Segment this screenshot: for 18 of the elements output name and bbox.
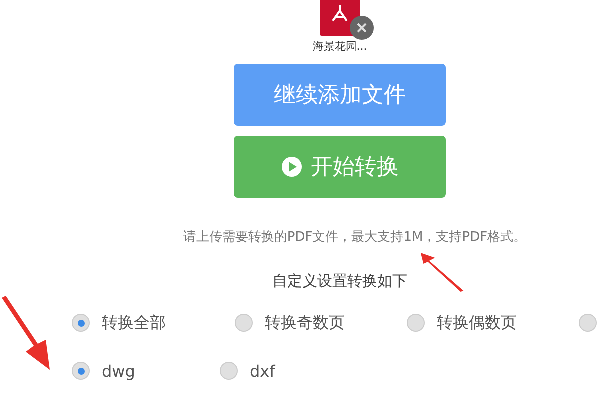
close-icon[interactable] <box>350 16 374 40</box>
start-button[interactable]: 开始转换 <box>234 136 446 198</box>
option-label: 转换奇数页 <box>265 312 345 334</box>
radio-button[interactable] <box>72 314 90 332</box>
file-name: 海景花园... <box>312 39 368 54</box>
add-file-button[interactable]: 继续添加文件 <box>234 64 446 126</box>
radio-button[interactable] <box>579 314 597 332</box>
option-label: dxf <box>250 362 276 380</box>
option-label: 转换偶数页 <box>437 312 517 334</box>
play-icon <box>281 156 303 178</box>
option-label: dwg <box>102 362 136 380</box>
option-label: 转换全部 <box>102 312 166 334</box>
upload-hint: 请上传需要转换的PDF文件，最大支持1M，支持PDF格式。 <box>183 229 527 246</box>
radio-button[interactable] <box>407 314 425 332</box>
settings-title: 自定义设置转换如下 <box>272 272 408 291</box>
radio-button[interactable] <box>235 314 253 332</box>
radio-button[interactable] <box>220 362 238 380</box>
radio-button[interactable] <box>72 362 90 380</box>
